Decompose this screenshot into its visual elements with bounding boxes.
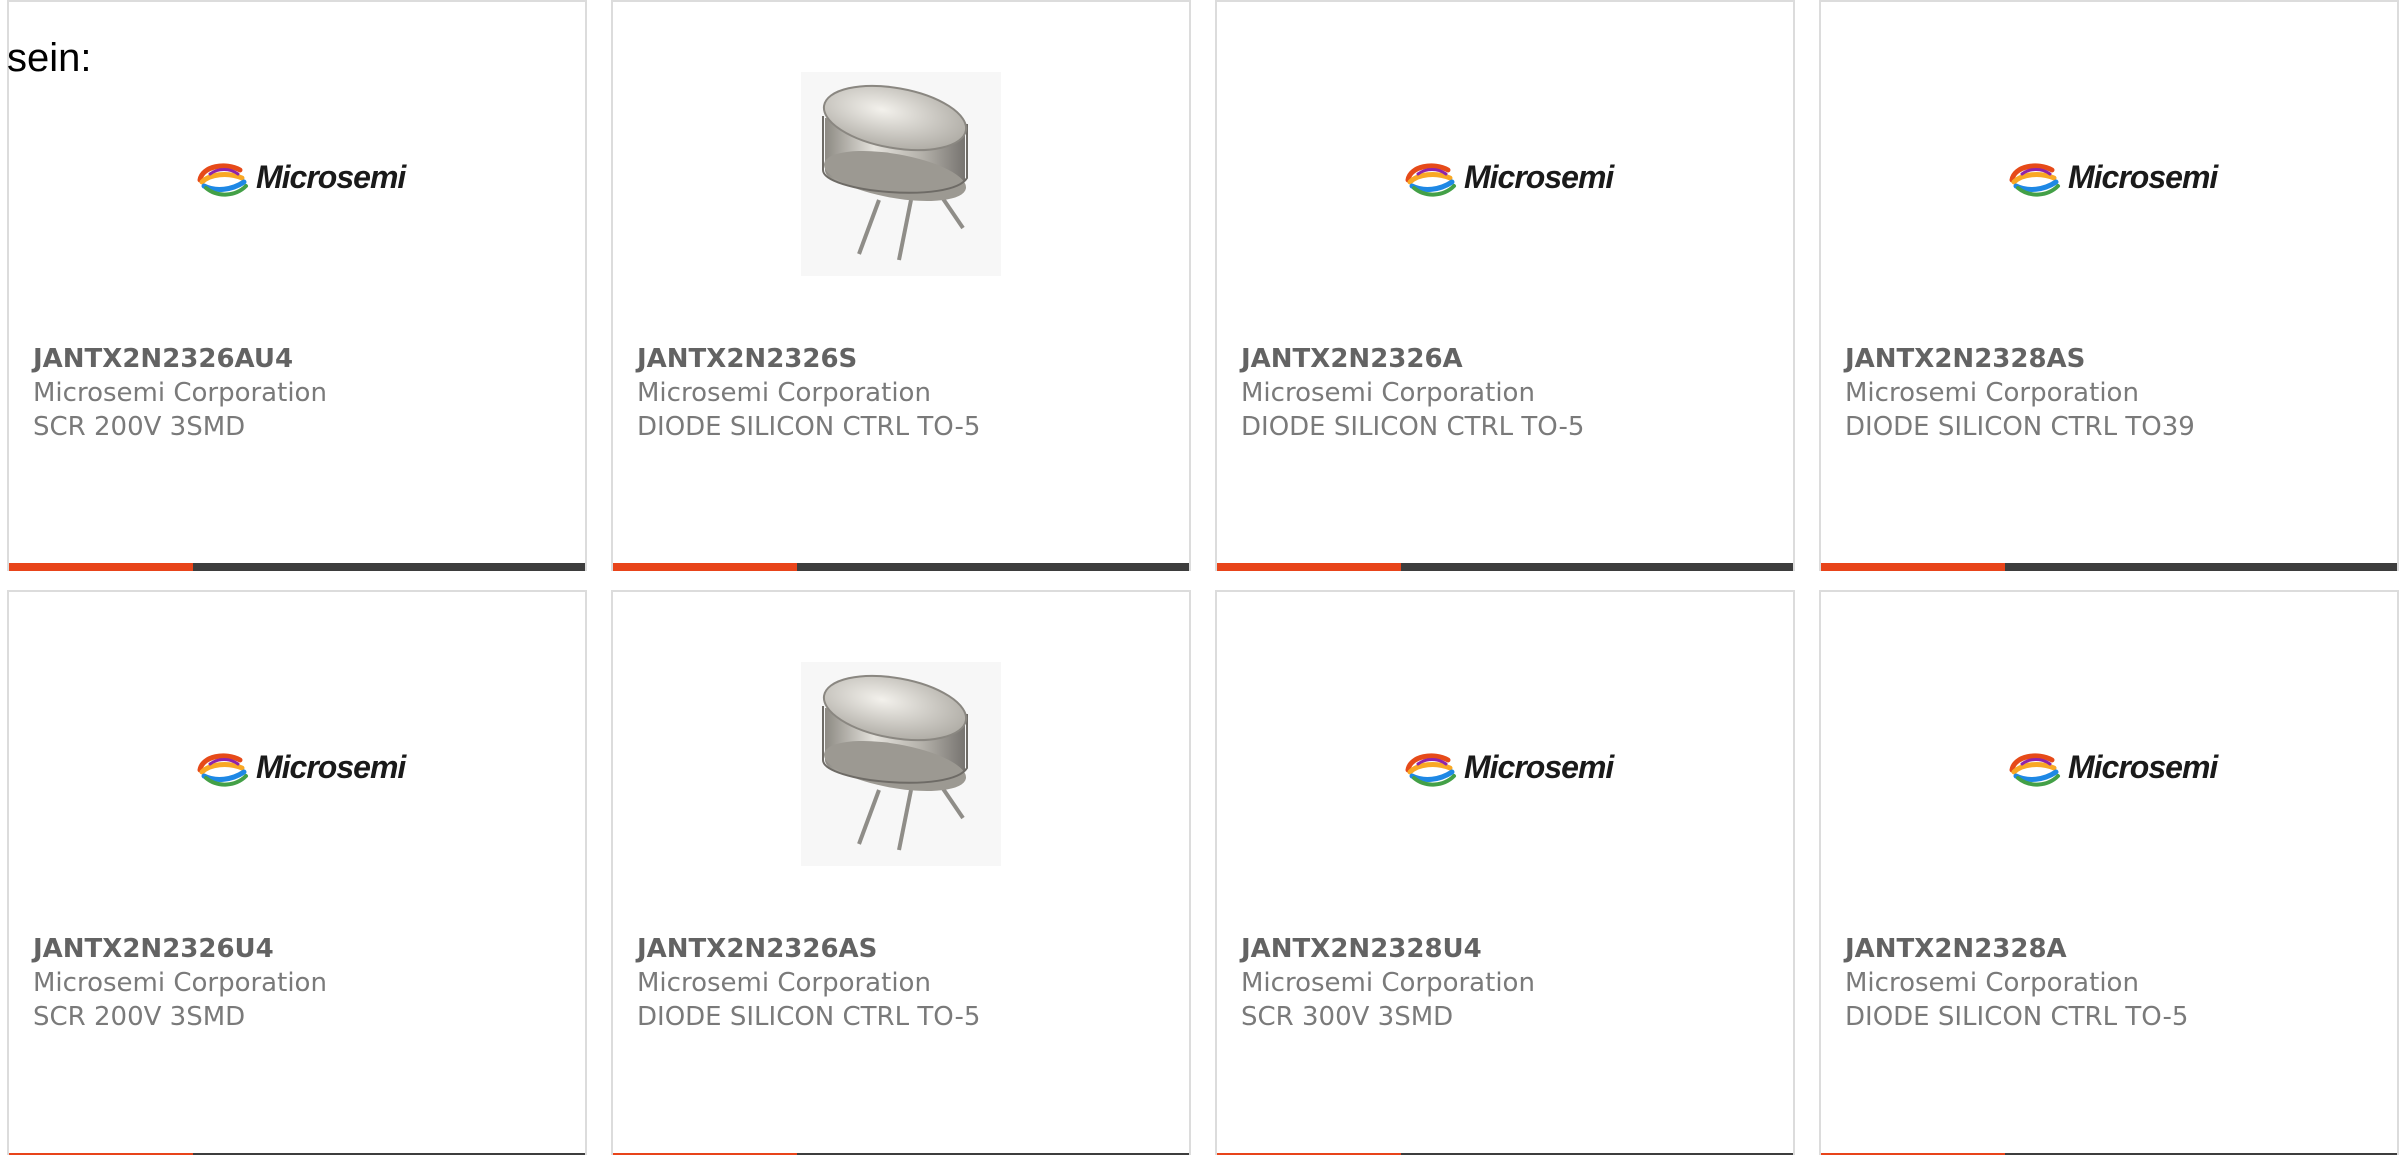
- product-image[interactable]: [613, 2, 1189, 342]
- product-info: JANTX2N2326AS Microsemi Corporation DIODE …: [637, 932, 1179, 1034]
- product-image[interactable]: Microsemi: [1217, 592, 1793, 932]
- product-card[interactable]: Microsemi JANTX2N2328U4 Microsemi Corpora…: [1215, 590, 1795, 1155]
- product-info: JANTX2N2326U4 Microsemi Corporation SCR 20…: [33, 932, 575, 1034]
- microsemi-logo-icon: Microsemi: [197, 159, 408, 197]
- microsemi-logo-icon: Microsemi: [2009, 749, 2220, 787]
- product-card[interactable]: Microsemi JANTX2N2326AU4 Microsemi Corpor…: [7, 0, 587, 571]
- product-info: JANTX2N2326S Microsemi Corporation DIODE S…: [637, 342, 1179, 444]
- part-description: DIODE SILICON CTRL TO-5: [637, 1002, 981, 1032]
- svg-text:Microsemi: Microsemi: [1464, 159, 1615, 195]
- manufacturer: Microsemi Corporation: [1845, 378, 2139, 408]
- svg-text:Microsemi: Microsemi: [2068, 749, 2219, 785]
- part-number[interactable]: JANTX2N2326U4: [33, 932, 575, 966]
- card-progress-bar: [1821, 563, 2397, 571]
- card-progress-fill: [9, 563, 194, 571]
- product-info: JANTX2N2326AU4 Microsemi Corporation SCR 2…: [33, 342, 575, 444]
- manufacturer: Microsemi Corporation: [637, 378, 931, 408]
- product-card[interactable]: JANTX2N2326S Microsemi Corporation DIODE S…: [611, 0, 1191, 571]
- product-info: JANTX2N2328A Microsemi Corporation DIODE S…: [1845, 932, 2387, 1034]
- part-description: SCR 200V 3SMD: [33, 1002, 246, 1032]
- product-image[interactable]: Microsemi: [1821, 2, 2397, 342]
- product-info: JANTX2N2328AS Microsemi Corporation DIODE …: [1845, 342, 2387, 444]
- part-description: SCR 300V 3SMD: [1241, 1002, 1454, 1032]
- product-card[interactable]: Microsemi JANTX2N2326U4 Microsemi Corpora…: [7, 590, 587, 1155]
- part-description: DIODE SILICON CTRL TO-5: [637, 412, 981, 442]
- svg-text:Microsemi: Microsemi: [256, 749, 407, 785]
- manufacturer: Microsemi Corporation: [1241, 378, 1535, 408]
- product-card[interactable]: Microsemi JANTX2N2326A Microsemi Corporat…: [1215, 0, 1795, 571]
- part-number[interactable]: JANTX2N2326AS: [637, 932, 1179, 966]
- page: sein: Microsemi JANTX2N2326AU4 Microsemi …: [0, 0, 2400, 1155]
- product-grid: Microsemi JANTX2N2326AU4 Microsemi Corpor…: [7, 0, 2400, 1155]
- product-info: JANTX2N2326A Microsemi Corporation DIODE S…: [1241, 342, 1783, 444]
- svg-text:Microsemi: Microsemi: [256, 159, 407, 195]
- microsemi-logo-icon: Microsemi: [197, 749, 408, 787]
- microsemi-logo-icon: Microsemi: [1405, 749, 1616, 787]
- product-image[interactable]: Microsemi: [1821, 592, 2397, 932]
- manufacturer: Microsemi Corporation: [637, 968, 931, 998]
- to5-transistor-can-icon: [801, 72, 1001, 276]
- product-card[interactable]: Microsemi JANTX2N2328AS Microsemi Corpora…: [1819, 0, 2399, 571]
- intro-text: sein:: [7, 36, 92, 80]
- part-description: DIODE SILICON CTRL TO-5: [1845, 1002, 2189, 1032]
- part-number[interactable]: JANTX2N2328U4: [1241, 932, 1783, 966]
- card-progress-bar: [1217, 563, 1793, 571]
- product-image[interactable]: Microsemi: [9, 2, 585, 342]
- card-progress-fill: [613, 563, 798, 571]
- part-description: DIODE SILICON CTRL TO-5: [1241, 412, 1585, 442]
- manufacturer: Microsemi Corporation: [33, 968, 327, 998]
- part-number[interactable]: JANTX2N2328A: [1845, 932, 2387, 966]
- manufacturer: Microsemi Corporation: [1241, 968, 1535, 998]
- product-info: JANTX2N2328U4 Microsemi Corporation SCR 30…: [1241, 932, 1783, 1034]
- product-image[interactable]: [613, 592, 1189, 932]
- product-card[interactable]: Microsemi JANTX2N2328A Microsemi Corporat…: [1819, 590, 2399, 1155]
- manufacturer: Microsemi Corporation: [1845, 968, 2139, 998]
- part-number[interactable]: JANTX2N2326A: [1241, 342, 1783, 376]
- to5-transistor-can-icon: [801, 662, 1001, 866]
- card-progress-fill: [1217, 563, 1402, 571]
- microsemi-logo-icon: Microsemi: [1405, 159, 1616, 197]
- part-number[interactable]: JANTX2N2326AU4: [33, 342, 575, 376]
- svg-text:Microsemi: Microsemi: [1464, 749, 1615, 785]
- part-description: DIODE SILICON CTRL TO39: [1845, 412, 2195, 442]
- part-number[interactable]: JANTX2N2328AS: [1845, 342, 2387, 376]
- card-progress-fill: [1821, 563, 2006, 571]
- part-description: SCR 200V 3SMD: [33, 412, 246, 442]
- product-image[interactable]: Microsemi: [1217, 2, 1793, 342]
- card-progress-bar: [9, 563, 585, 571]
- microsemi-logo-icon: Microsemi: [2009, 159, 2220, 197]
- svg-text:Microsemi: Microsemi: [2068, 159, 2219, 195]
- product-card[interactable]: JANTX2N2326AS Microsemi Corporation DIODE …: [611, 590, 1191, 1155]
- product-image[interactable]: Microsemi: [9, 592, 585, 932]
- card-progress-bar: [613, 563, 1189, 571]
- part-number[interactable]: JANTX2N2326S: [637, 342, 1179, 376]
- manufacturer: Microsemi Corporation: [33, 378, 327, 408]
